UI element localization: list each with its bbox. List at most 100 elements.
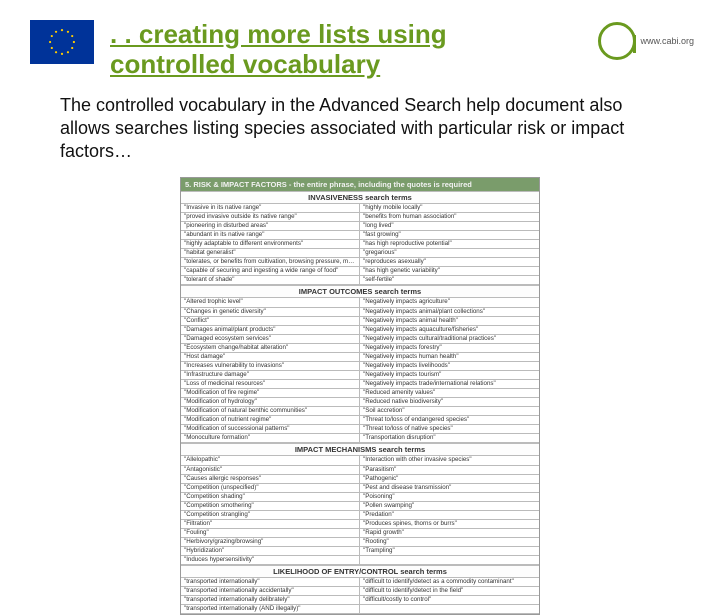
table-row: "Increases vulnerability to invasions""N… [181, 362, 539, 371]
table-row: "pioneering in disturbed areas""long liv… [181, 222, 539, 231]
table-row: "Fouling""Rapid growth" [181, 529, 539, 538]
term-cell: "Changes in genetic diversity" [181, 308, 360, 316]
term-cell: "Negatively impacts animal health" [360, 317, 539, 325]
term-cell: "Negatively impacts tourism" [360, 371, 539, 379]
table-row: "Loss of medicinal resources""Negatively… [181, 380, 539, 389]
subsection-header: LIKELIHOOD OF ENTRY/CONTROL search terms [181, 565, 539, 578]
term-cell: "Threat to/loss of native species" [360, 425, 539, 433]
cabi-logo-icon [598, 22, 636, 60]
term-cell: "reproduces asexually" [360, 258, 539, 266]
term-cell: "highly mobile locally" [360, 204, 539, 212]
table-row: "Induces hypersensitivity" [181, 556, 539, 565]
term-cell: "Parasitism" [360, 466, 539, 474]
term-cell: "Competition strangling" [181, 511, 360, 519]
table-row: "Damages animal/plant products""Negative… [181, 326, 539, 335]
cabi-url: www.cabi.org [640, 36, 694, 46]
slide-header: . . creating more lists using controlled… [0, 0, 720, 86]
table-row: "abundant in its native range""fast grow… [181, 231, 539, 240]
table-row: "Conflict""Negatively impacts animal hea… [181, 317, 539, 326]
subsection-header: INVASIVENESS search terms [181, 191, 539, 204]
table-row: "capable of securing and ingesting a wid… [181, 267, 539, 276]
term-cell: "difficult to identify/detect in the fie… [360, 587, 539, 595]
term-cell: "Reduced native biodiversity" [360, 398, 539, 406]
subsection-header: IMPACT MECHANISMS search terms [181, 443, 539, 456]
term-cell: "Negatively impacts cultural/traditional… [360, 335, 539, 343]
term-cell: "Infrastructure damage" [181, 371, 360, 379]
term-cell: "transported internationally accidentall… [181, 587, 360, 595]
term-cell: "Rooting" [360, 538, 539, 546]
table-row: "Modification of hydrology""Reduced nati… [181, 398, 539, 407]
term-cell: "tolerates, or benefits from cultivation… [181, 258, 360, 266]
table-row: "Invasive in its native range""highly mo… [181, 204, 539, 213]
table-row: "Modification of successional patterns""… [181, 425, 539, 434]
term-cell: "habitat generalist" [181, 249, 360, 257]
term-cell: "Filtration" [181, 520, 360, 528]
table-row: "habitat generalist""gregarious" [181, 249, 539, 258]
term-cell: "Allelopathic" [181, 456, 360, 464]
term-cell [360, 556, 539, 564]
term-cell: "Interaction with other invasive species… [360, 456, 539, 464]
term-cell: "Ecosystem change/habitat alteration" [181, 344, 360, 352]
term-cell: "has high reproductive potential" [360, 240, 539, 248]
table-row: "Altered trophic level""Negatively impac… [181, 298, 539, 307]
table-row: "highly adaptable to different environme… [181, 240, 539, 249]
table-row: "Modification of natural benthic communi… [181, 407, 539, 416]
table-row: "Antagonistic""Parasitism" [181, 466, 539, 475]
term-cell: "Causes allergic responses" [181, 475, 360, 483]
table-row: "Competition strangling""Predation" [181, 511, 539, 520]
table-row: "transported internationally delibrately… [181, 596, 539, 605]
term-cell: "Competition shading" [181, 493, 360, 501]
term-cell: "transported internationally (AND illega… [181, 605, 360, 613]
term-cell: "Host damage" [181, 353, 360, 361]
term-cell: "Fouling" [181, 529, 360, 537]
term-cell: "proved invasive outside its native rang… [181, 213, 360, 221]
term-cell: "Damaged ecosystem services" [181, 335, 360, 343]
table-row: "transported internationally""difficult … [181, 578, 539, 587]
table-row: "Causes allergic responses""Pathogenic" [181, 475, 539, 484]
term-cell: "pioneering in disturbed areas" [181, 222, 360, 230]
term-cell: "Invasive in its native range" [181, 204, 360, 212]
table-row: "Competition shading""Poisoning" [181, 493, 539, 502]
term-cell: "Modification of natural benthic communi… [181, 407, 360, 415]
term-cell: "fast growing" [360, 231, 539, 239]
table-row: "Changes in genetic diversity""Negativel… [181, 308, 539, 317]
table-row: "Competition (unspecified)""Pest and dis… [181, 484, 539, 493]
term-cell: "Damages animal/plant products" [181, 326, 360, 334]
term-cell: "Threat to/loss of endangered species" [360, 416, 539, 424]
term-cell: "Modification of hydrology" [181, 398, 360, 406]
term-cell: "Conflict" [181, 317, 360, 325]
term-cell: "Increases vulnerability to invasions" [181, 362, 360, 370]
term-cell: "Modification of fire regime" [181, 389, 360, 397]
term-cell: "self-fertile" [360, 276, 539, 284]
table-row: "Damaged ecosystem services""Negatively … [181, 335, 539, 344]
term-cell: "has high genetic variability" [360, 267, 539, 275]
term-cell: "benefits from human association" [360, 213, 539, 221]
term-cell: "Modification of nutrient regime" [181, 416, 360, 424]
table-row: "Ecosystem change/habitat alteration""Ne… [181, 344, 539, 353]
table-row: "proved invasive outside its native rang… [181, 213, 539, 222]
slide-title: . . creating more lists using controlled… [110, 20, 530, 80]
term-cell: "Negatively impacts human health" [360, 353, 539, 361]
table-row: "Modification of fire regime""Reduced am… [181, 389, 539, 398]
term-cell: "Antagonistic" [181, 466, 360, 474]
term-cell: "Hybridization" [181, 547, 360, 555]
term-cell: "Negatively impacts livelihoods" [360, 362, 539, 370]
term-cell: "Modification of successional patterns" [181, 425, 360, 433]
term-cell: "transported internationally" [181, 578, 360, 586]
table-row: "Monoculture formation""Transportation d… [181, 434, 539, 443]
cabi-logo: www.cabi.org [598, 22, 694, 60]
term-cell: "Rapid growth" [360, 529, 539, 537]
term-cell: "Negatively impacts forestry" [360, 344, 539, 352]
term-cell: "long lived" [360, 222, 539, 230]
table-row: "Herbivory/grazing/browsing""Rooting" [181, 538, 539, 547]
embedded-document: 5. RISK & IMPACT FACTORS - the entire ph… [180, 177, 540, 615]
term-cell: "Pollen swamping" [360, 502, 539, 510]
table-row: "tolerant of shade""self-fertile" [181, 276, 539, 285]
term-cell: "Transportation disruption" [360, 434, 539, 442]
table-row: "Allelopathic""Interaction with other in… [181, 456, 539, 465]
intro-text: The controlled vocabulary in the Advance… [0, 86, 720, 173]
term-cell: "Negatively impacts trade/international … [360, 380, 539, 388]
term-cell: "Negatively impacts aquaculture/fisherie… [360, 326, 539, 334]
term-cell: "Trampling" [360, 547, 539, 555]
term-cell: "Soil accretion" [360, 407, 539, 415]
